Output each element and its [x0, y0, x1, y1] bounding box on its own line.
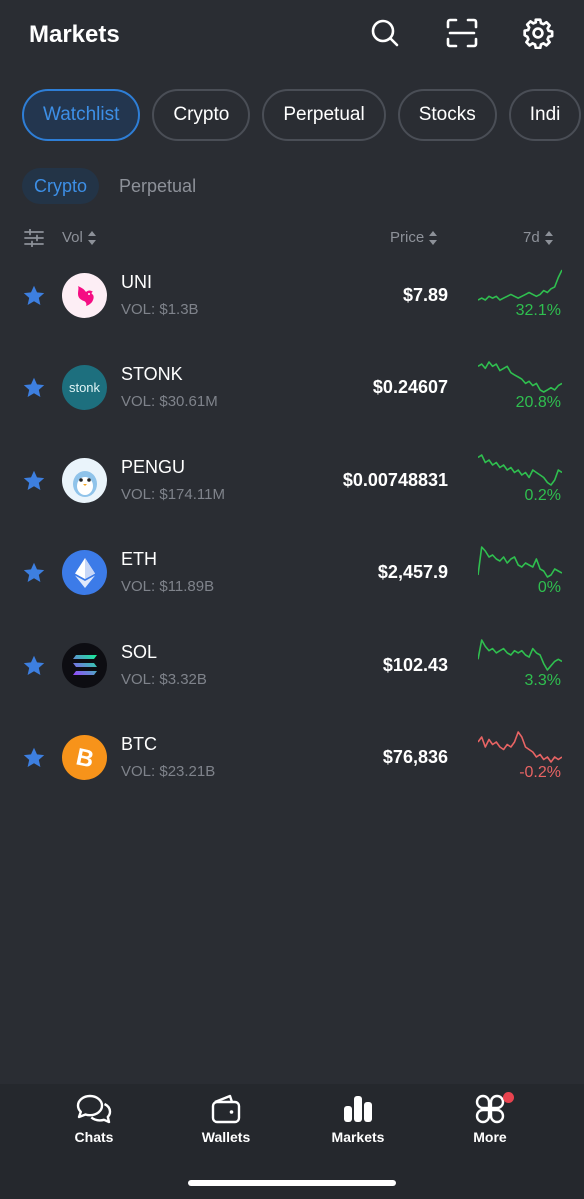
list-item-stonk[interactable]: stonk STONK VOL: $30.61M $0.24607 20.8% [0, 342, 584, 434]
price-header-label: Price [390, 229, 425, 246]
list-item-btc[interactable]: B BTC VOL: $23.21B $76,836 -0.2% [0, 712, 584, 804]
sparkline-path [478, 638, 562, 671]
pengu-logo [62, 457, 107, 503]
price-sort-header[interactable]: Price [390, 229, 438, 246]
asset-symbol: STONK [121, 364, 183, 385]
asset-price: $76,836 [382, 746, 448, 767]
star-icon[interactable] [22, 376, 46, 400]
bar-chart-icon [340, 1092, 376, 1126]
asset-price: $7.89 [402, 285, 448, 305]
sparkline-chart [478, 731, 562, 763]
chat-bubbles-icon [76, 1092, 112, 1126]
change-header-label: 7d [523, 229, 540, 246]
star-icon[interactable] [22, 561, 46, 585]
tab-label: Markets [331, 1129, 385, 1145]
uni-logo [62, 273, 107, 318]
stonk-logo: stonk [62, 365, 107, 411]
sparkline-chart [478, 638, 562, 671]
filter-sliders-icon[interactable] [24, 229, 44, 247]
page-title: Markets [29, 21, 120, 48]
asset-change: 32.1% [515, 302, 561, 319]
asset-volume: VOL: $1.3B [121, 301, 199, 318]
subtab-crypto[interactable]: Crypto [22, 168, 100, 204]
sparkline-path [478, 546, 562, 578]
vol-sort-header[interactable]: Vol [62, 229, 96, 246]
sparkline-chart [478, 546, 562, 578]
sparkline-chart [478, 361, 562, 394]
svg-text:B: B [74, 743, 97, 773]
tab-markets[interactable]: Markets [308, 1092, 408, 1145]
wallet-icon [208, 1092, 244, 1126]
notification-dot [503, 1092, 514, 1103]
asset-symbol: PENGU [121, 456, 186, 477]
scan-icon[interactable] [445, 16, 479, 50]
sub-tabs: Crypto Perpetual [22, 168, 216, 204]
star-icon[interactable] [22, 469, 46, 493]
tab-crypto[interactable]: Crypto [152, 89, 251, 141]
star-icon[interactable] [22, 746, 46, 770]
asset-change: 0% [537, 579, 561, 597]
tab-stocks[interactable]: Stocks [397, 89, 497, 141]
eth-logo [62, 550, 107, 596]
sparkline-path [478, 731, 562, 763]
list-item-uni[interactable]: UNI VOL: $1.3B $7.89 32.1% [0, 250, 584, 342]
list-item-sol[interactable]: SOL VOL: $3.32B $102.43 3.3% [0, 620, 584, 712]
asset-price: $102.43 [382, 654, 448, 675]
tab-chats[interactable]: Chats [44, 1092, 144, 1145]
asset-price: $2,457.9 [377, 562, 448, 583]
btc-logo: B [62, 734, 107, 780]
subtab-perpetual[interactable]: Perpetual [107, 168, 208, 204]
asset-volume: VOL: $23.21B [121, 762, 216, 780]
tab-perpetual[interactable]: Perpetual [262, 89, 386, 141]
list-item-pengu[interactable]: PENGU VOL: $174.11M $0.00748831 0.2% [0, 435, 584, 527]
sparkline-chart [478, 269, 562, 301]
sparkline-path [478, 269, 562, 301]
sort-arrows-icon [544, 230, 553, 245]
asset-change: 3.3% [524, 671, 561, 689]
gear-icon[interactable] [521, 16, 555, 50]
category-tabs: Watchlist Crypto Perpetual Stocks Indi [22, 89, 584, 141]
asset-symbol: UNI [121, 272, 152, 292]
svg-text:stonk: stonk [69, 380, 101, 395]
tab-watchlist[interactable]: Watchlist [22, 89, 141, 141]
asset-volume: VOL: $30.61M [121, 393, 218, 411]
asset-price: $0.24607 [372, 377, 448, 398]
grid-more-icon [472, 1092, 514, 1126]
asset-symbol: BTC [121, 733, 157, 754]
asset-volume: VOL: $3.32B [121, 670, 207, 688]
sort-arrows-icon [87, 230, 96, 245]
sol-logo [62, 642, 107, 688]
tab-more[interactable]: More [440, 1092, 540, 1145]
asset-volume: VOL: $11.89B [121, 578, 215, 596]
asset-change: -0.2% [519, 763, 561, 781]
asset-symbol: SOL [121, 641, 158, 662]
tab-indices[interactable]: Indi [508, 89, 582, 141]
sparkline-chart [478, 453, 562, 486]
search-icon[interactable] [368, 16, 402, 50]
sparkline-path [478, 361, 562, 394]
star-icon[interactable] [22, 654, 46, 678]
change-sort-header[interactable]: 7d [523, 229, 553, 246]
tab-wallets[interactable]: Wallets [176, 1092, 276, 1145]
asset-change: 0.2% [524, 486, 561, 504]
vol-header-label: Vol [62, 229, 83, 246]
asset-price: $0.00748831 [342, 469, 448, 490]
tab-label: More [473, 1129, 507, 1145]
star-icon[interactable] [22, 284, 46, 308]
asset-change: 20.8% [515, 394, 561, 412]
watchlist: UNI VOL: $1.3B $7.89 32.1% stonk STONK V… [0, 250, 584, 804]
asset-symbol: ETH [121, 549, 157, 570]
header: Markets [0, 0, 584, 70]
home-indicator [188, 1180, 396, 1186]
tab-label: Wallets [201, 1129, 251, 1145]
asset-volume: VOL: $174.11M [121, 485, 225, 503]
sort-arrows-icon [429, 230, 438, 245]
tab-label: Chats [74, 1129, 114, 1145]
list-item-eth[interactable]: ETH VOL: $11.89B $2,457.9 0% [0, 527, 584, 619]
sparkline-path [478, 453, 562, 486]
column-headers: Vol Price 7d [0, 226, 584, 250]
